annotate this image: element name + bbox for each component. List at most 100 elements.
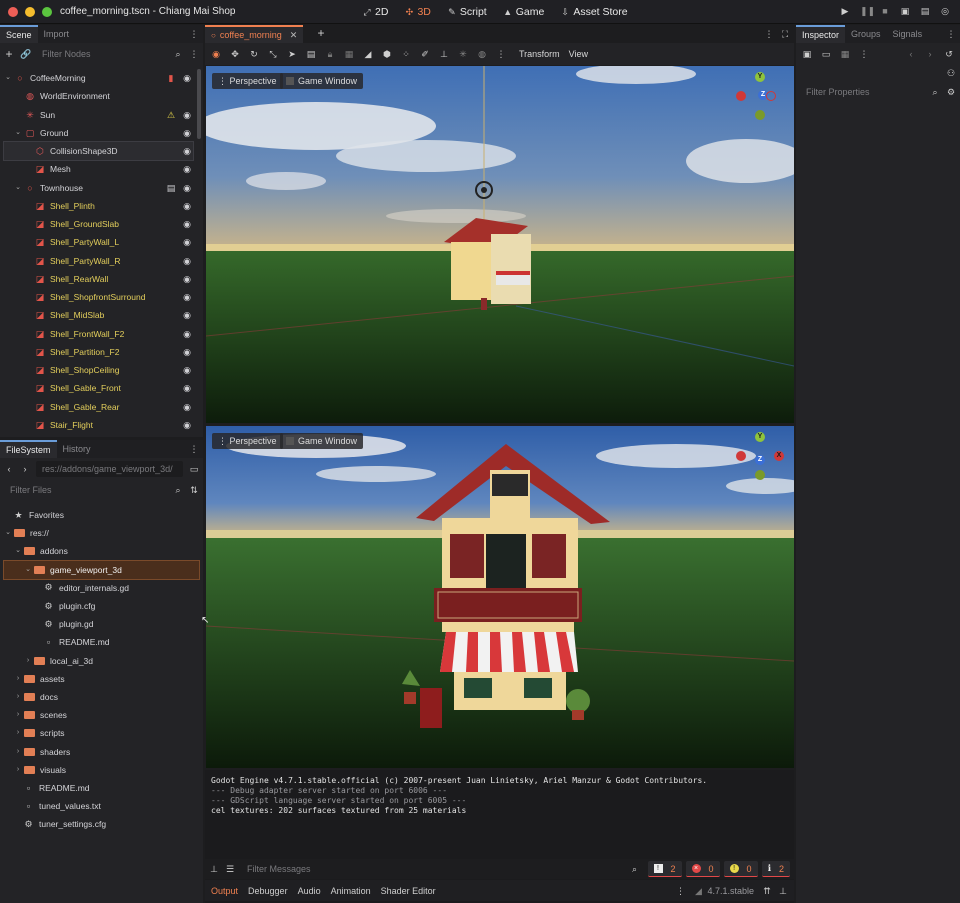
visibility-eye-icon[interactable]: ◉ [181, 218, 193, 230]
split-view-icon[interactable]: ▭ [189, 464, 199, 474]
scene-tree-node[interactable]: ◪ Shell_GroundSlab ◉ [4, 215, 193, 233]
view-gizmo[interactable]: Y Z [736, 72, 784, 120]
scene-tree-node[interactable]: ⬡ CollisionShape3D ◉ [3, 141, 194, 161]
errors-toggle[interactable]: × 0 [685, 861, 720, 877]
expand-arrow-icon[interactable]: › [14, 761, 22, 779]
visibility-eye-icon[interactable]: ◉ [181, 401, 193, 413]
scene-tree-node[interactable]: ✳ Sun ⚠ ◉ [4, 106, 193, 124]
file-item[interactable]: ▫ README.md [4, 779, 199, 797]
scene-tree-node[interactable]: ◪ Shell_FrontWall_F2 ◉ [4, 325, 193, 343]
tab-shader-editor[interactable]: Shader Editor [381, 886, 436, 896]
search-icon[interactable]: ⌕ [173, 49, 183, 59]
visibility-eye-icon[interactable]: ◉ [181, 273, 193, 285]
dock-menu-icon[interactable]: ⋮ [946, 29, 956, 39]
messages-toggle[interactable]: ! 2 [647, 861, 682, 877]
visibility-eye-icon[interactable]: ◉ [181, 72, 193, 84]
perspective-menu[interactable]: ⋮ Perspective [212, 73, 283, 89]
visibility-eye-icon[interactable]: ◉ [181, 346, 193, 358]
scene-tree-node[interactable]: ◪ Shell_MidSlab ◉ [4, 306, 193, 324]
folder-item[interactable]: › docs [4, 688, 199, 706]
file-item[interactable]: ⚙ editor_internals.gd [4, 579, 199, 597]
group-icon[interactable]: ▦ [344, 49, 354, 59]
file-item[interactable]: ⚙ plugin.gd [4, 615, 199, 633]
tree-menu-icon[interactable]: ⋮ [189, 49, 199, 59]
tab-output[interactable]: Output [211, 886, 238, 896]
select-mode-icon[interactable]: ◉ [211, 49, 221, 59]
scale-mode-icon[interactable]: ⤡ [268, 49, 278, 59]
gizmo-x-axis[interactable] [766, 91, 776, 101]
move-mode-icon[interactable]: ✥ [230, 49, 240, 59]
history-back-icon[interactable]: ‹ [906, 49, 916, 59]
collapse-arrow-icon[interactable]: ⌄ [24, 561, 32, 579]
warnings-toggle[interactable]: ! 0 [723, 861, 758, 877]
scene-tree-node[interactable]: ◪ Shell_ShopfrontSurround ◉ [4, 288, 193, 306]
filter-properties-input[interactable]: Filter Properties [800, 84, 924, 100]
movie-maker-icon[interactable]: ◎ [940, 6, 950, 16]
folder-item[interactable]: › scripts [4, 724, 199, 742]
info-toggle[interactable]: ℹ2 [761, 861, 790, 877]
search-icon[interactable]: ⌕ [930, 87, 940, 97]
forward-icon[interactable]: › [20, 464, 30, 474]
scene-tree-node[interactable]: ◪ Shell_RearWall ◉ [4, 270, 193, 288]
new-resource-icon[interactable]: ▣ [802, 49, 812, 59]
visibility-eye-icon[interactable]: ◉ [181, 328, 193, 340]
gizmo-x-axis[interactable]: X [774, 451, 784, 461]
add-scene-tab-icon[interactable]: + [316, 27, 326, 39]
object-icon[interactable]: ⚇ [946, 68, 956, 78]
back-icon[interactable]: ‹ [4, 464, 14, 474]
visibility-eye-icon[interactable]: ◉ [181, 236, 193, 248]
copy-output-icon[interactable]: ☰ [225, 864, 235, 874]
tab-filesystem[interactable]: FileSystem [0, 440, 57, 458]
file-item[interactable]: ⚙ tuner_settings.cfg [4, 815, 199, 833]
save-resource-icon[interactable]: ▦ [840, 49, 850, 59]
folder-item[interactable]: › local_ai_3d [4, 652, 199, 670]
scene-tree-node[interactable]: ◪ Shell_Gable_Rear ◉ [4, 398, 193, 416]
expand-arrow-icon[interactable]: › [14, 724, 22, 742]
expand-arrow-icon[interactable]: › [14, 688, 22, 706]
scene-tree-node[interactable]: ◪ Shell_PartyWall_L ◉ [4, 233, 193, 251]
file-item[interactable]: ⚙ plugin.cfg [4, 597, 199, 615]
tab-debugger[interactable]: Debugger [248, 886, 288, 896]
tab-inspector[interactable]: Inspector [796, 25, 846, 43]
collapse-arrow-icon[interactable]: ⌄ [14, 542, 22, 560]
clear-output-icon[interactable]: ⊥ [209, 864, 219, 874]
transform-menu[interactable]: Transform [519, 49, 560, 59]
path-field[interactable]: res://addons/game_viewport_3d/ [36, 461, 183, 477]
visibility-eye-icon[interactable]: ◉ [181, 163, 193, 175]
gizmo-neg-y-axis[interactable] [755, 470, 765, 480]
perspective-menu[interactable]: ⋮ Perspective [212, 433, 283, 449]
gizmo-neg-y-axis[interactable] [755, 110, 765, 120]
visibility-eye-icon[interactable]: ◉ [181, 182, 193, 194]
visibility-eye-icon[interactable]: ◉ [181, 200, 193, 212]
visibility-eye-icon[interactable]: ◉ [181, 382, 193, 394]
expand-arrow-icon[interactable]: › [14, 670, 22, 688]
toolbar-menu-icon[interactable]: ⋮ [496, 49, 506, 59]
visibility-eye-icon[interactable]: ◉ [181, 145, 193, 157]
dock-menu-icon[interactable]: ⋮ [189, 444, 199, 454]
expand-arrow-icon[interactable]: › [14, 706, 22, 724]
gizmo-neg-x-axis[interactable] [736, 91, 746, 101]
bottom-panel-menu-icon[interactable]: ⋮ [675, 886, 685, 896]
resource-menu-icon[interactable]: ⋮ [859, 49, 869, 59]
gizmo-z-axis[interactable]: Z [755, 455, 765, 465]
collapse-arrow-icon[interactable]: ⌄ [4, 69, 12, 87]
pin-panel-icon[interactable]: ⊥ [778, 886, 788, 896]
visibility-eye-icon[interactable]: ◉ [181, 364, 193, 376]
scene-tree-node[interactable]: ⌄ ○ CoffeeMorning ▮ ◉ [4, 69, 193, 87]
collapse-arrow-icon[interactable]: ⌄ [14, 179, 22, 197]
expand-panel-icon[interactable]: ⇈ [762, 886, 772, 896]
scene-instance-icon[interactable]: ▤ [165, 182, 177, 194]
folder-item[interactable]: ⌄ addons [4, 542, 199, 560]
add-node-icon[interactable]: + [4, 48, 14, 60]
folder-item[interactable]: › shaders [4, 743, 199, 761]
close-tab-icon[interactable]: ✕ [290, 30, 298, 41]
distraction-free-icon[interactable]: ⛶ [780, 29, 790, 39]
rotate-mode-icon[interactable]: ↻ [249, 49, 259, 59]
scene-tree-node[interactable]: ⌄ ▢ Ground ◉ [4, 124, 193, 142]
scene-tree-node[interactable]: ◍ WorldEnvironment [4, 87, 193, 105]
folder-item[interactable]: › assets [4, 670, 199, 688]
scene-tree-node[interactable]: ◪ Shell_PartyWall_R ◉ [4, 252, 193, 270]
measure-icon[interactable]: ◢ [363, 49, 373, 59]
scene-tree-node[interactable]: ◪ Shell_ShopCeiling ◉ [4, 361, 193, 379]
tab-import[interactable]: Import [38, 25, 76, 43]
